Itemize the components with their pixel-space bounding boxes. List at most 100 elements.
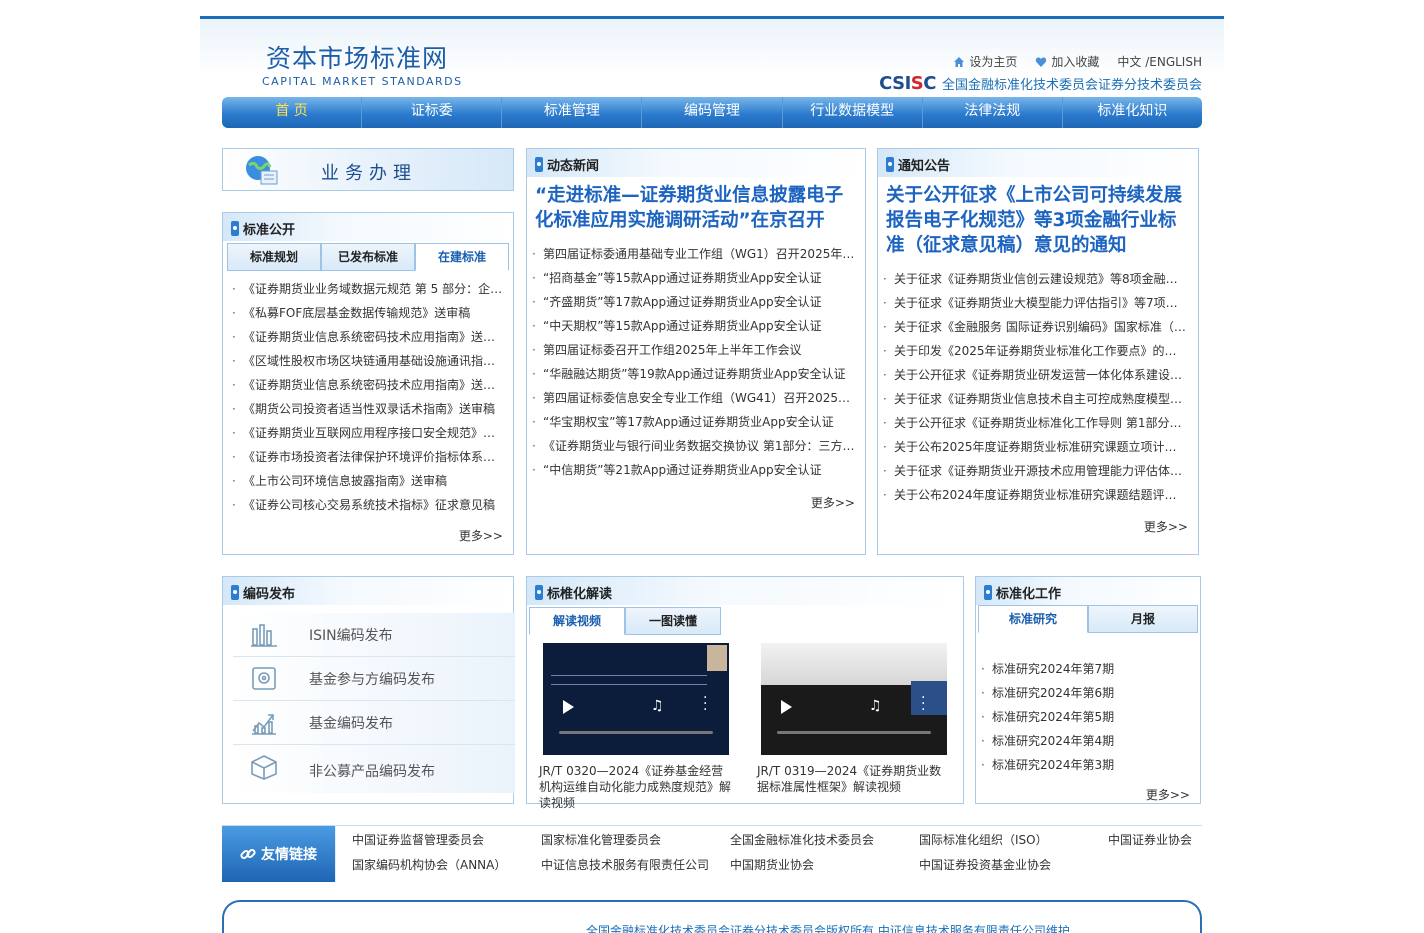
- notice-headline[interactable]: 关于公开征求《上市公司可持续发展报告电子化规范》等3项金融行业标准（征求意见稿）…: [878, 177, 1198, 258]
- list-item[interactable]: 关于公开征求《证券期货业标准化工作导则 第1部分》意见的通知: [880, 411, 1186, 435]
- friend-link[interactable]: 国家编码机构协会（ANNA）: [352, 856, 541, 873]
- list-item[interactable]: “齐盛期货”等17款App通过证券期货业App安全认证: [529, 290, 857, 314]
- nav-item-data-model[interactable]: 行业数据模型: [783, 97, 923, 128]
- tab-video[interactable]: 解读视频: [529, 607, 625, 635]
- video-progress-bar[interactable]: [777, 731, 931, 734]
- list-item[interactable]: 《私募FOF底层基金数据传输规范》送审稿: [229, 301, 503, 325]
- panel-title: 编码发布: [243, 587, 296, 602]
- nav-item-home[interactable]: 首 页: [222, 97, 363, 128]
- volume-icon[interactable]: ♫: [651, 698, 664, 714]
- list-item[interactable]: 标准研究2024年第7期: [978, 657, 1194, 681]
- list-item[interactable]: 关于公布2025年度证券期货业标准研究课题立项计划的通知: [880, 435, 1186, 459]
- list-item[interactable]: 《证券期货业与银行间业务数据交换协议 第1部分：三方存管》: [529, 434, 857, 458]
- list-item[interactable]: 关于征求《证券期货业信息技术自主可控成熟度模型》意见的通知: [880, 387, 1186, 411]
- list-item[interactable]: “中天期权”等15款App通过证券期货业App安全认证: [529, 314, 857, 338]
- list-item[interactable]: 《证券期货业信息系统密码技术应用指南》送审稿: [229, 325, 503, 349]
- business-handling-banner[interactable]: 业务办理: [222, 148, 514, 191]
- add-favorite-label: 加入收藏: [1051, 55, 1100, 69]
- tab-in-progress[interactable]: 在建标准: [415, 243, 509, 271]
- site-logo-title[interactable]: 资本市场标准网: [266, 39, 448, 75]
- more-link[interactable]: 更多>>: [1146, 786, 1190, 803]
- friend-link[interactable]: 中国证券监督管理委员会: [352, 831, 541, 848]
- isin-code-release-link[interactable]: ISIN编码发布: [233, 613, 515, 657]
- tab-infographic[interactable]: 一图读懂: [625, 607, 721, 635]
- video-caption-2[interactable]: JR/T 0319—2024《证券期货业数据标准属性框架》解读视频: [757, 763, 953, 795]
- fund-participant-code-link[interactable]: 基金参与方编码发布: [233, 657, 515, 701]
- list-item[interactable]: 标准研究2024年第4期: [978, 729, 1194, 753]
- video-player-2[interactable]: ♫ · · ·: [761, 643, 947, 755]
- video-progress-bar[interactable]: [559, 731, 713, 734]
- nav-item-laws[interactable]: 法律法规: [923, 97, 1063, 128]
- list-item[interactable]: 标准研究2024年第3期: [978, 753, 1194, 777]
- more-options-icon[interactable]: · · ·: [703, 691, 707, 717]
- org-name[interactable]: 全国金融标准化技术委员会证券分技术委员会: [942, 74, 1202, 93]
- play-icon[interactable]: [781, 700, 792, 714]
- list-item[interactable]: 第四届证标委通用基础专业工作组（WG1）召开2025年工作会议: [529, 242, 857, 266]
- pin-icon: [231, 221, 239, 236]
- friend-link[interactable]: 中国证券投资基金业协会: [919, 856, 1108, 873]
- friend-link[interactable]: 中国期货业协会: [730, 856, 919, 873]
- list-item[interactable]: “中信期货”等21款App通过证券期货业App安全认证: [529, 458, 857, 482]
- list-item[interactable]: 关于征求《金融服务 国际证券识别编码》国家标准（征求意见稿）意见的通知: [880, 315, 1186, 339]
- interpret-tabs: 解读视频 一图读懂: [529, 607, 721, 635]
- top-links: 设为主页 加入收藏 中文 /ENGLISH: [953, 53, 1202, 70]
- list-item[interactable]: “华宝期权宝”等17款App通过证券期货业App安全认证: [529, 410, 857, 434]
- nav-item-standard-management[interactable]: 标准管理: [502, 97, 643, 128]
- non-public-product-code-link[interactable]: 非公募产品编码发布: [233, 745, 515, 793]
- tab-monthly-report[interactable]: 月报: [1088, 605, 1198, 633]
- friend-link[interactable]: 中证信息技术服务有限责任公司: [541, 856, 730, 873]
- news-headline[interactable]: “走进标准—证券期货业信息披露电子化标准应用实施调研活动”在京召开: [527, 177, 865, 233]
- list-item[interactable]: 《证券市场投资者法律保护环境评价指标体系》征求意见稿: [229, 445, 503, 469]
- nav-item-knowledge[interactable]: 标准化知识: [1063, 97, 1202, 128]
- friend-link[interactable]: 全国金融标准化技术委员会: [730, 831, 919, 848]
- std-work-tabs: 标准研究 月报: [978, 605, 1198, 633]
- tab-published[interactable]: 已发布标准: [321, 243, 415, 271]
- add-favorite-link[interactable]: 加入收藏: [1035, 53, 1099, 70]
- list-item[interactable]: 第四届证标委信息安全专业工作组（WG41）召开2025年工作会议: [529, 386, 857, 410]
- cube-icon: [251, 755, 277, 780]
- video-player-1[interactable]: ♫ · · ·: [543, 643, 729, 755]
- video-caption-1[interactable]: JR/T 0320—2024《证券基金经营机构运维自动化能力成熟度规范》解读视频: [539, 763, 735, 811]
- friend-link[interactable]: 国际标准化组织（ISO）: [919, 831, 1108, 848]
- language-switch[interactable]: 中文 /ENGLISH: [1117, 53, 1202, 70]
- list-item[interactable]: 关于征求《证券期货业开源技术应用管理能力评估体系》意见的通知: [880, 459, 1186, 483]
- play-icon[interactable]: [563, 700, 574, 714]
- volume-icon[interactable]: ♫: [869, 698, 882, 714]
- globe-icon: [246, 156, 278, 185]
- list-item[interactable]: “华融融达期货”等19款App通过证券期货业App安全认证: [529, 362, 857, 386]
- list-item[interactable]: 标准研究2024年第6期: [978, 681, 1194, 705]
- friend-link[interactable]: 中国证券业协会: [1108, 831, 1202, 848]
- tab-standard-research[interactable]: 标准研究: [978, 605, 1088, 633]
- safe-icon: [252, 667, 276, 690]
- list-item[interactable]: 《区域性股权市场区块链通用基础设施通讯指南》送审稿: [229, 349, 503, 373]
- panel-title-wrap: 标准化工作: [984, 583, 1061, 602]
- code-release-label: 非公募产品编码发布: [309, 764, 435, 780]
- friend-link[interactable]: 国家标准化管理委员会: [541, 831, 730, 848]
- list-item[interactable]: 《证券公司核心交易系统技术指标》征求意见稿: [229, 493, 503, 517]
- set-home-link[interactable]: 设为主页: [953, 53, 1017, 70]
- list-item[interactable]: 《证券期货业业务域数据元规范 第 5 部分：企业年金》征求意见稿: [229, 277, 503, 301]
- nav-item-committee[interactable]: 证标委: [362, 97, 503, 128]
- more-options-icon[interactable]: · · ·: [921, 691, 925, 717]
- list-item[interactable]: 《证券期货业互联网应用程序接口安全规范》征求意见稿: [229, 421, 503, 445]
- more-link[interactable]: 更多>>: [811, 494, 855, 511]
- list-item[interactable]: 第四届证标委召开工作组2025年上半年工作会议: [529, 338, 857, 362]
- fund-code-release-link[interactable]: 基金编码发布: [233, 701, 515, 745]
- more-link[interactable]: 更多>>: [459, 527, 503, 544]
- list-item[interactable]: 《期货公司投资者适当性双录话术指南》送审稿: [229, 397, 503, 421]
- nav-item-code-management[interactable]: 编码管理: [642, 97, 783, 128]
- list-item[interactable]: 关于公开征求《证券期货业研发运营一体化体系建设指南》意见的通知: [880, 363, 1186, 387]
- list-item[interactable]: 《证券期货业信息系统密码技术应用指南》送审稿: [229, 373, 503, 397]
- list-item[interactable]: 关于征求《证券期货业信创云建设规范》等8项金融行业标准意见的通知: [880, 267, 1186, 291]
- list-item[interactable]: 关于公布2024年度证券期货业标准研究课题结题评审结果的通知: [880, 483, 1186, 507]
- list-item[interactable]: 《上市公司环境信息披露指南》送审稿: [229, 469, 503, 493]
- list-item[interactable]: 关于印发《2025年证券期货业标准化工作要点》的通知: [880, 339, 1186, 363]
- more-link[interactable]: 更多>>: [1144, 518, 1188, 535]
- business-handling-label: 业务办理: [321, 163, 417, 184]
- org-branding: CSISC 全国金融标准化技术委员会证券分技术委员会: [879, 73, 1202, 94]
- list-item[interactable]: 关于征求《证券期货业大模型能力评估指引》等7项金融行业标准意见的通知: [880, 291, 1186, 315]
- set-home-label: 设为主页: [969, 55, 1018, 69]
- list-item[interactable]: “招商基金”等15款App通过证券期货业App安全认证: [529, 266, 857, 290]
- list-item[interactable]: 标准研究2024年第5期: [978, 705, 1194, 729]
- tab-standard-plan[interactable]: 标准规划: [227, 243, 321, 271]
